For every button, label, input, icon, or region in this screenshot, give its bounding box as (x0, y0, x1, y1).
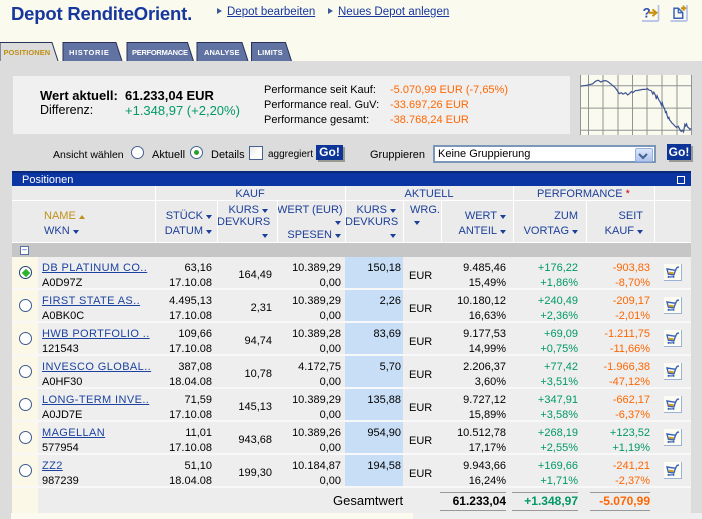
svg-text:HISTORIE: HISTORIE (69, 48, 109, 57)
svg-text:PERFORMANCE: PERFORMANCE (132, 48, 188, 57)
svg-text:LIMITS: LIMITS (258, 48, 283, 57)
svg-text:POSITIONEN: POSITIONEN (4, 48, 51, 57)
svg-text:ANALYSE: ANALYSE (204, 48, 240, 57)
